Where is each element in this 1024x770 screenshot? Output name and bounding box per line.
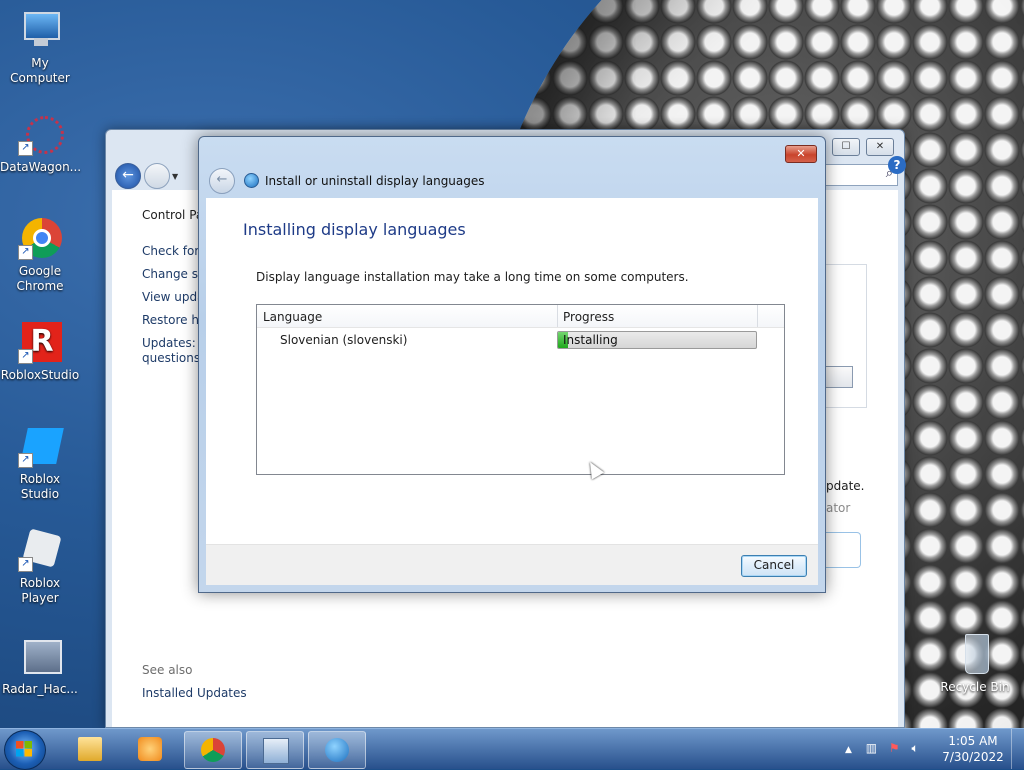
desktop-icon-my-computer[interactable]: My Computer — [0, 8, 80, 86]
taskbar-media-player[interactable] — [122, 731, 178, 767]
update-text: pdate. — [826, 479, 865, 493]
sidebar-link[interactable]: Check for u — [142, 244, 202, 258]
roblox-studio-icon: R ↗ — [18, 320, 62, 364]
desktop-icon-google-chrome[interactable]: ↗ Google Chrome — [0, 216, 80, 294]
computer-icon — [18, 8, 62, 52]
sidebar-link[interactable]: questions — [142, 351, 202, 365]
column-divider[interactable] — [757, 305, 758, 327]
close-window-button[interactable]: ✕ — [866, 138, 894, 156]
shortcut-arrow-icon: ↗ — [18, 245, 33, 260]
search-input[interactable]: ⌕ — [816, 164, 898, 186]
recycle-bin-icon — [953, 632, 997, 676]
administrator-note: ator — [826, 501, 851, 515]
datawagon-icon: ↗ — [18, 112, 64, 156]
chrome-icon: ↗ — [18, 216, 62, 260]
desktop-icon-radar-hack[interactable]: Radar_Hac... — [0, 634, 80, 697]
dialog-body: Installing display languages Display lan… — [206, 198, 818, 585]
help-icon[interactable]: ? — [888, 156, 906, 174]
description-text: Display language installation may take a… — [256, 270, 689, 284]
language-list: Language Progress Slovenian (slovenski) … — [256, 304, 785, 475]
see-also-heading: See also — [142, 663, 193, 677]
roblox-studio-blue-icon: ↗ — [18, 424, 64, 468]
list-header: Language Progress — [257, 305, 784, 328]
show-desktop-button[interactable] — [1011, 729, 1024, 769]
maximize-button[interactable]: ☐ — [832, 138, 860, 156]
desktop-icon-label: Roblox Studio — [19, 472, 61, 501]
list-item-language: Slovenian (slovenski) — [280, 333, 408, 347]
roblox-player-icon: ↗ — [18, 528, 62, 572]
desktop-icon-label: Radar_Hac... — [2, 682, 78, 696]
desktop-icon-label: DataWagon... — [0, 160, 82, 174]
chrome-icon — [201, 738, 225, 762]
taskbar-control-panel[interactable] — [246, 731, 304, 769]
clock[interactable]: 1:05 AM 7/30/2022 — [940, 733, 1006, 765]
shortcut-arrow-icon: ↗ — [18, 557, 33, 572]
volume-icon[interactable]: 🔈︎ — [912, 741, 919, 755]
desktop-icon-robloxstudio[interactable]: R ↗ RobloxStudio — [0, 320, 80, 383]
desktop-icon-roblox-studio[interactable]: ↗ Roblox Studio — [0, 424, 80, 502]
desktop-icon-label: Roblox Player — [19, 576, 61, 605]
column-header-progress[interactable]: Progress — [563, 310, 614, 324]
breadcrumb[interactable]: Control Pa — [142, 208, 203, 222]
forward-icon[interactable] — [144, 163, 170, 189]
progress-status: Installing — [563, 333, 618, 347]
start-button[interactable] — [4, 730, 46, 770]
desktop-icon-label: Recycle Bin — [940, 680, 1010, 694]
desktop-icon-label: My Computer — [10, 56, 70, 85]
install-progress-bar: Installing — [557, 331, 757, 349]
show-hidden-icons-button[interactable]: ▲ — [845, 745, 852, 755]
sidebar-link[interactable]: Restore hic — [142, 313, 202, 327]
taskbar-explorer[interactable] — [62, 731, 118, 767]
column-divider[interactable] — [557, 305, 558, 327]
page-heading: Installing display languages — [243, 220, 466, 239]
control-panel-icon — [263, 738, 289, 764]
windows-logo-icon — [16, 741, 32, 757]
back-icon[interactable]: ← — [115, 163, 141, 189]
folder-icon — [78, 737, 102, 761]
system-tray: ▲ ▥ ⚑ 🔈︎ — [845, 741, 919, 756]
network-icon[interactable]: ▥ — [866, 741, 877, 755]
globe-icon — [244, 173, 259, 188]
desktop-icon-label: RobloxStudio — [0, 368, 80, 382]
sidebar-link[interactable]: View updat — [142, 290, 202, 304]
clock-time: 1:05 AM — [948, 734, 998, 748]
shortcut-arrow-icon: ↗ — [18, 141, 33, 156]
desktop-icon-label: Google Chrome — [16, 264, 64, 293]
back-arrow-icon[interactable]: ← — [209, 168, 235, 194]
cancel-button[interactable]: Cancel — [741, 555, 807, 577]
column-header-language[interactable]: Language — [263, 310, 322, 324]
globe-icon — [325, 738, 349, 762]
media-player-icon — [138, 737, 162, 761]
shortcut-arrow-icon: ↗ — [18, 453, 33, 468]
close-button[interactable]: ✕ — [785, 145, 817, 163]
desktop-icon-datawagon[interactable]: ↗ DataWagon... — [0, 112, 82, 175]
dialog-title: Install or uninstall display languages — [265, 174, 485, 188]
action-center-icon[interactable]: ⚑ — [889, 741, 900, 755]
desktop-icon-roblox-player[interactable]: ↗ Roblox Player — [0, 528, 80, 606]
taskbar-language-dialog[interactable] — [308, 731, 366, 769]
taskbar-chrome[interactable] — [184, 731, 242, 769]
desktop: My Computer ↗ DataWagon... ↗ Google Chro… — [0, 0, 1024, 728]
clock-date: 7/30/2022 — [942, 750, 1004, 764]
sidebar-link[interactable]: Updates: fr — [142, 336, 202, 350]
installed-updates-link[interactable]: Installed Updates — [142, 686, 247, 700]
sidebar-link[interactable]: Change se — [142, 267, 202, 281]
window-app-icon — [18, 634, 62, 678]
install-languages-dialog: ✕ ← Install or uninstall display languag… — [198, 136, 826, 593]
shortcut-arrow-icon: ↗ — [18, 349, 33, 364]
desktop-icon-recycle-bin[interactable]: Recycle Bin — [935, 632, 1015, 695]
recent-pages-chevron-icon[interactable]: ▼ — [172, 172, 178, 181]
taskbar: ▲ ▥ ⚑ 🔈︎ 1:05 AM 7/30/2022 — [0, 728, 1024, 770]
dialog-footer: Cancel — [206, 544, 818, 585]
